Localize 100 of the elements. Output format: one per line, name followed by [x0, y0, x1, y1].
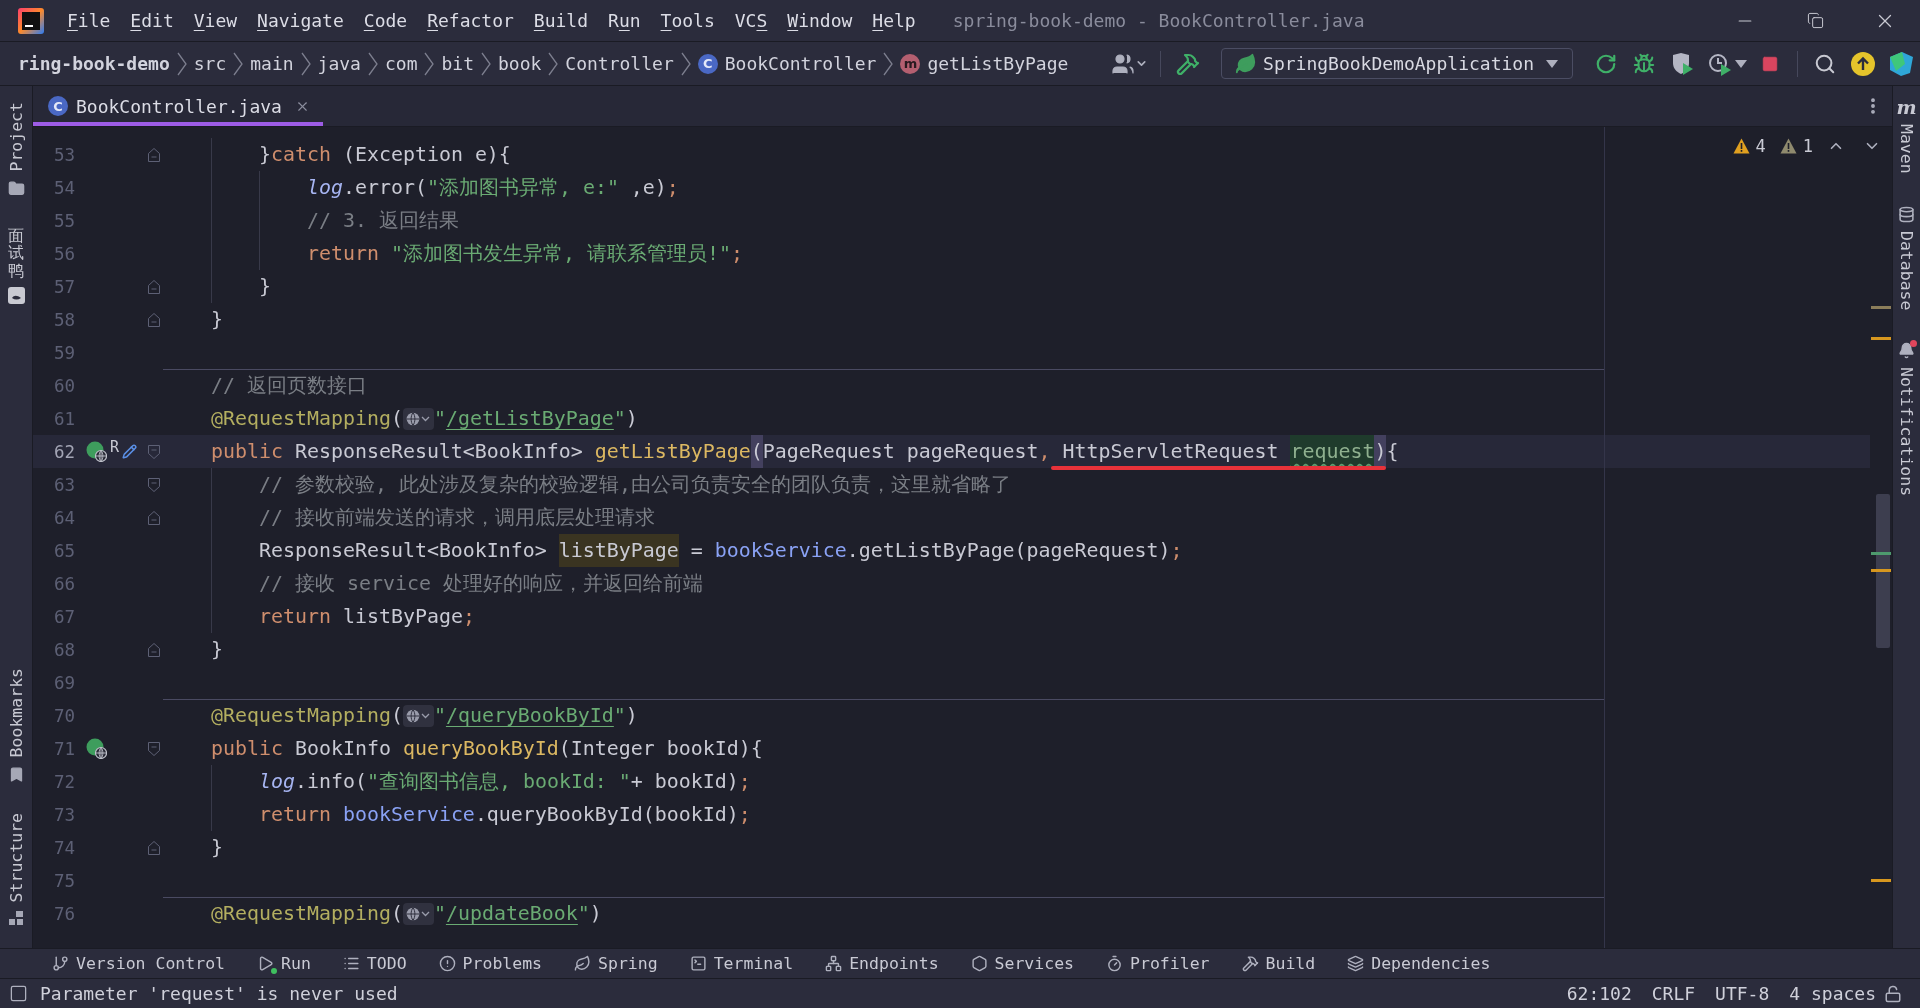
up-arrow-circle-icon[interactable] [1851, 51, 1875, 76]
fold-marker-icon[interactable] [147, 740, 161, 757]
menu-item[interactable]: Refactor [417, 5, 524, 36]
tool-window-button[interactable]: TODO [326, 954, 423, 973]
indentation[interactable]: 4 spaces [1779, 983, 1886, 1004]
fold-marker-icon[interactable] [147, 146, 161, 163]
weak-warning-icon[interactable] [1779, 138, 1797, 154]
line-number: 72 [52, 771, 75, 792]
breadcrumb-item[interactable]: ring-book-demo [18, 53, 170, 74]
menu-item[interactable]: Window [777, 5, 863, 36]
code-text: // 返回页数接口 [211, 373, 367, 399]
play-icon [257, 955, 274, 972]
hammer-icon[interactable] [1176, 51, 1201, 76]
square-icon[interactable] [9, 984, 28, 1003]
breadcrumb-item[interactable]: java [317, 53, 361, 74]
weak-warning-count[interactable]: 1 [1802, 136, 1813, 156]
padlock-icon[interactable] [1884, 984, 1902, 1003]
line-number: 71 [52, 738, 75, 759]
tool-window-button[interactable]: Profiler [1090, 954, 1226, 973]
search-icon[interactable] [1814, 52, 1836, 75]
code-text: }catch (Exception e){ [258, 142, 511, 168]
tool-window-label[interactable]: Project [6, 102, 26, 172]
line-number: 60 [52, 375, 75, 396]
structure-blocks-icon[interactable] [8, 910, 24, 926]
line-separator[interactable]: CRLF [1641, 983, 1706, 1004]
breadcrumb-item[interactable]: Controller [565, 53, 674, 74]
chevron-right-icon [883, 51, 894, 76]
code-text: return listByPage; [258, 604, 475, 630]
menu-item[interactable]: Help [862, 5, 926, 36]
fold-marker-icon[interactable] [147, 311, 161, 328]
tool-window-button[interactable]: Problems [422, 954, 559, 973]
tool-window-button[interactable]: Build [1225, 954, 1332, 973]
menu-item[interactable]: View [183, 5, 248, 36]
scrollbar-thumb[interactable] [1876, 494, 1890, 648]
app-logo-icon[interactable] [18, 7, 44, 34]
tool-window-label[interactable]: Structure [6, 812, 26, 902]
fold-marker-icon[interactable] [147, 443, 161, 460]
caret-icon[interactable] [1735, 59, 1747, 68]
breadcrumb-item[interactable]: getListByPage [927, 53, 1069, 74]
rerun-icon[interactable] [1595, 52, 1617, 75]
tool-window-button[interactable]: Dependencies [1331, 954, 1507, 973]
line-number: 55 [52, 210, 75, 231]
run-configuration-dropdown[interactable]: SpringBookDemoApplication [1221, 48, 1573, 79]
breadcrumb-item[interactable]: BookController [724, 53, 877, 74]
restore-icon[interactable] [1806, 12, 1824, 29]
tool-window-button[interactable]: Terminal [673, 954, 810, 973]
database-icon[interactable] [1898, 205, 1915, 223]
menu-item[interactable]: Tools [650, 5, 725, 36]
breadcrumb-item[interactable]: main [250, 53, 294, 74]
warning-count[interactable]: 4 [1755, 136, 1766, 156]
tool-window-label[interactable]: Maven [1897, 124, 1916, 174]
tool-window-button[interactable]: Spring [558, 954, 674, 973]
menu-item[interactable]: File [57, 5, 121, 36]
globe-dropdown-icon[interactable] [402, 902, 434, 925]
menu-item[interactable]: Navigate [247, 5, 354, 36]
tool-window-button[interactable]: Endpoints [809, 954, 955, 973]
menu-item[interactable]: Run [598, 5, 651, 36]
fold-marker-icon[interactable] [147, 476, 161, 493]
warning-icon[interactable] [1732, 138, 1750, 154]
line-number: 76 [52, 903, 75, 924]
line-number: 75 [52, 870, 75, 891]
users-icon[interactable] [1111, 51, 1136, 76]
fold-marker-icon[interactable] [147, 509, 161, 526]
letter-icon[interactable]: m [1896, 98, 1917, 116]
globe-endpoint-icon[interactable] [86, 441, 107, 462]
folder-icon[interactable] [7, 179, 25, 197]
breadcrumb-item[interactable]: com [384, 53, 418, 74]
stop-icon[interactable] [1761, 54, 1779, 73]
bug-icon[interactable] [1633, 52, 1655, 75]
clock-play-icon[interactable] [1708, 51, 1732, 76]
tool-window-button[interactable]: Version Control [36, 954, 241, 973]
fold-marker-icon[interactable] [147, 839, 161, 856]
breadcrumb-item[interactable]: book [498, 53, 542, 74]
gutter-letter[interactable]: R [110, 439, 120, 455]
tool-window-label[interactable]: Bookmarks [6, 668, 26, 758]
globe-dropdown-icon[interactable] [402, 407, 434, 430]
shield-play-icon[interactable] [1670, 51, 1694, 76]
tool-window-label[interactable]: Notifications [1897, 367, 1916, 497]
tool-window-label[interactable]: Database [1897, 230, 1916, 311]
pencil-icon[interactable] [122, 444, 138, 459]
caret-position[interactable]: 62:102 [1556, 983, 1642, 1004]
fold-marker-icon[interactable] [147, 641, 161, 658]
code-text: } [211, 307, 223, 333]
tool-window-button[interactable]: Services [954, 954, 1091, 973]
tool-window-label[interactable]: 面试鸭 [8, 226, 24, 280]
breadcrumb-item[interactable]: src [193, 53, 227, 74]
bell-icon[interactable] [1898, 342, 1915, 360]
menu-item[interactable]: Code [353, 5, 418, 36]
breadcrumb-item[interactable]: bit [441, 53, 474, 74]
globe-endpoint-icon[interactable] [86, 738, 107, 759]
tool-window-button[interactable]: Run [241, 954, 327, 973]
globe-dropdown-icon[interactable] [402, 704, 434, 727]
cube-logo-icon[interactable] [1888, 50, 1914, 77]
menu-item[interactable]: Build [523, 5, 599, 36]
chevron-right-icon [481, 51, 491, 76]
menu-item[interactable]: VCS [724, 5, 778, 36]
plugin-square-icon[interactable] [7, 287, 25, 305]
file-encoding[interactable]: UTF-8 [1705, 983, 1780, 1004]
fold-marker-icon[interactable] [147, 278, 161, 295]
menu-item[interactable]: Edit [120, 5, 184, 36]
